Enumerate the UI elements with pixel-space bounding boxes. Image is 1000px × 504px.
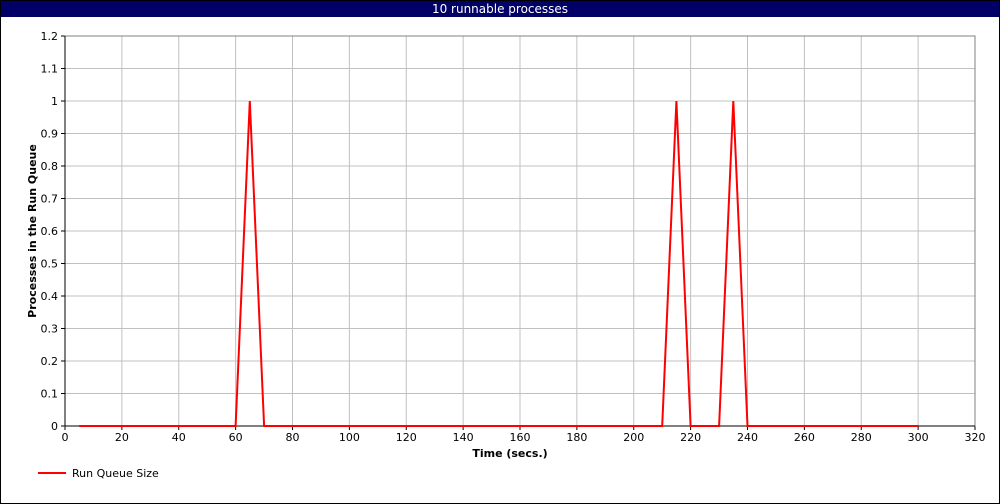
x-tick-label: 120 bbox=[396, 431, 417, 444]
y-tick-label: 1.1 bbox=[41, 63, 59, 76]
x-tick-label: 220 bbox=[680, 431, 701, 444]
x-tick-label: 200 bbox=[623, 431, 644, 444]
x-tick-label: 80 bbox=[286, 431, 300, 444]
x-tick-label: 60 bbox=[229, 431, 243, 444]
x-tick-label: 280 bbox=[851, 431, 872, 444]
x-tick-label: 160 bbox=[510, 431, 531, 444]
y-tick-label: 0.6 bbox=[41, 225, 59, 238]
x-tick-label: 260 bbox=[794, 431, 815, 444]
x-axis-label: Time (secs.) bbox=[472, 447, 547, 460]
x-tick-label: 180 bbox=[566, 431, 587, 444]
chart-canvas: 0 20 40 60 80 100 120 140 160 180 200 220 240 260 280 3… bbox=[26, 30, 986, 480]
y-tick-label: 0.9 bbox=[41, 128, 59, 141]
legend-label: Run Queue Size bbox=[72, 467, 159, 480]
x-tick-label: 0 bbox=[62, 431, 69, 444]
x-tick-label: 300 bbox=[908, 431, 929, 444]
y-tick-label: 0.2 bbox=[41, 355, 59, 368]
y-tick-label: 1 bbox=[51, 95, 58, 108]
x-tick-label: 240 bbox=[737, 431, 758, 444]
x-tick-label: 320 bbox=[965, 431, 986, 444]
x-tick-label: 40 bbox=[172, 431, 186, 444]
y-tick-label: 0.3 bbox=[41, 323, 59, 336]
y-tick-label: 0.5 bbox=[41, 258, 59, 271]
x-tick-label: 20 bbox=[115, 431, 129, 444]
y-tick-label: 1.2 bbox=[41, 30, 59, 43]
y-axis-label: Processes in the Run Queue bbox=[26, 144, 39, 318]
y-tick-label: 0.1 bbox=[41, 388, 59, 401]
y-tick-label: 0.4 bbox=[41, 290, 59, 303]
y-tick-label: 0.8 bbox=[41, 160, 59, 173]
x-tick-label: 100 bbox=[339, 431, 360, 444]
y-tick-label: 0.7 bbox=[41, 193, 59, 206]
x-tick-label: 140 bbox=[453, 431, 474, 444]
y-tick-label: 0 bbox=[51, 420, 58, 433]
